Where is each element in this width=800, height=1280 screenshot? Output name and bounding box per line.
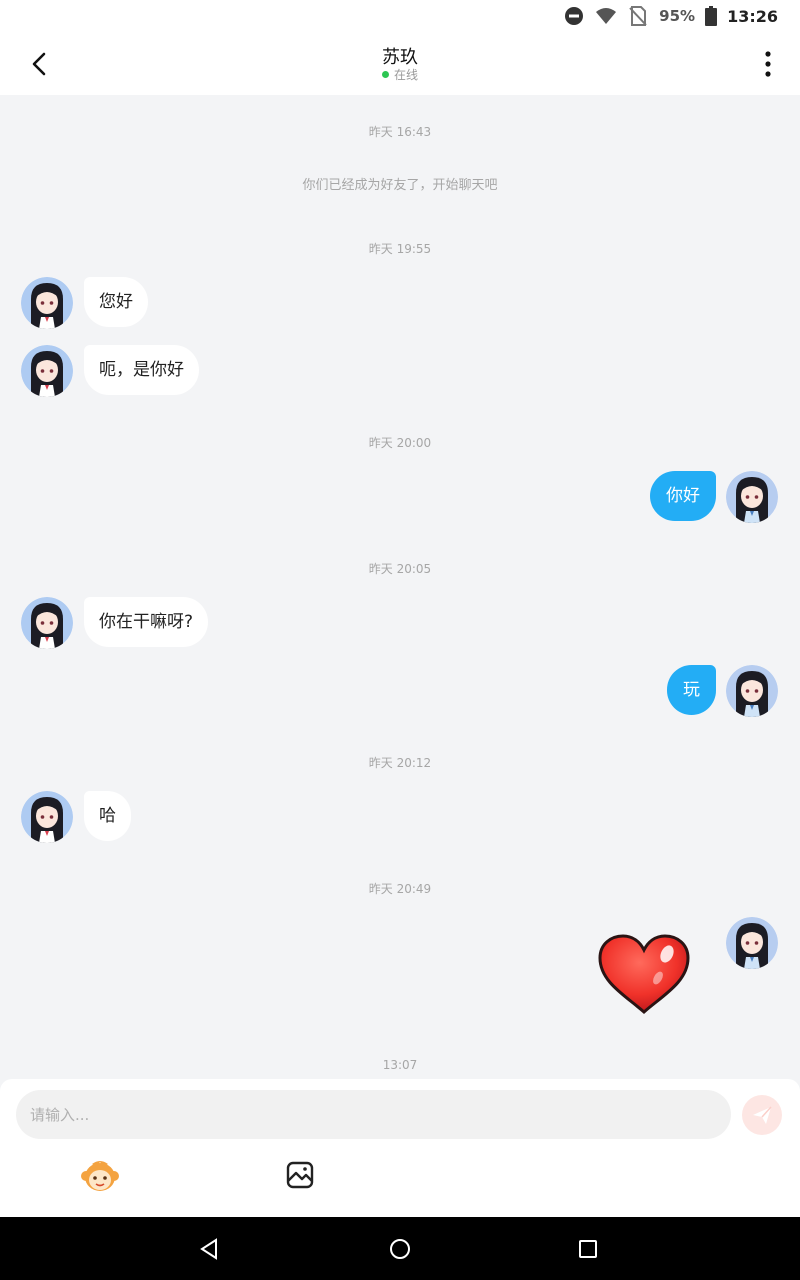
timestamp: 昨天 20:00 <box>368 436 432 450</box>
timestamp: 昨天 19:55 <box>368 242 432 256</box>
online-dot <box>381 71 389 78</box>
timestamp: 昨天 20:12 <box>368 756 432 770</box>
timestamp: 13:07 <box>382 1058 418 1072</box>
send-plane-icon <box>753 1106 772 1124</box>
more-options-icon[interactable] <box>750 46 786 82</box>
image-picker-icon[interactable] <box>284 1159 316 1191</box>
incoming-message[interactable]: 哈 <box>84 791 131 841</box>
system-message: 你们已经成为好友了，开始聊天吧 <box>302 178 498 193</box>
composer <box>0 1079 800 1217</box>
my-avatar[interactable] <box>726 471 778 523</box>
monkey-emoji-icon[interactable] <box>80 1158 120 1194</box>
nav-recents-icon[interactable] <box>574 1235 602 1263</box>
outgoing-message[interactable]: 你好 <box>650 471 716 521</box>
timestamp: 昨天 16:43 <box>368 125 432 139</box>
my-avatar[interactable] <box>726 917 778 969</box>
online-status-label: 在线 <box>393 68 418 82</box>
heart-sticker-icon[interactable] <box>596 932 692 1016</box>
nav-home-icon[interactable] <box>386 1235 414 1263</box>
do-not-disturb-icon <box>565 7 584 25</box>
contact-avatar[interactable] <box>21 345 73 397</box>
nav-back-icon[interactable] <box>196 1235 224 1263</box>
incoming-message[interactable]: 你在干嘛呀? <box>84 597 209 647</box>
no-sim-icon <box>629 6 647 26</box>
my-avatar[interactable] <box>726 665 778 717</box>
incoming-message[interactable]: 您好 <box>84 277 148 327</box>
chat-header: 苏玖 在线 <box>0 32 800 95</box>
send-button[interactable] <box>742 1095 782 1135</box>
battery-percent: 95% <box>659 7 696 25</box>
clock: 13:26 <box>727 6 778 26</box>
battery-icon <box>705 6 718 26</box>
online-status: 在线 <box>0 66 800 83</box>
timestamp: 昨天 20:49 <box>368 882 432 896</box>
outgoing-message[interactable]: 玩 <box>667 665 716 715</box>
message-list[interactable]: 昨天 16:43 你们已经成为好友了，开始聊天吧 昨天 19:55 您好 呃，是… <box>0 95 800 1080</box>
status-bar: 95% 13:26 <box>0 0 800 32</box>
timestamp: 昨天 20:05 <box>368 562 432 576</box>
wifi-icon <box>596 8 617 24</box>
message-input[interactable] <box>16 1090 731 1139</box>
contact-avatar[interactable] <box>21 791 73 843</box>
contact-avatar[interactable] <box>21 277 73 329</box>
system-navigation-bar <box>0 1217 800 1280</box>
contact-avatar[interactable] <box>21 597 73 649</box>
incoming-message[interactable]: 呃，是你好 <box>84 345 199 395</box>
